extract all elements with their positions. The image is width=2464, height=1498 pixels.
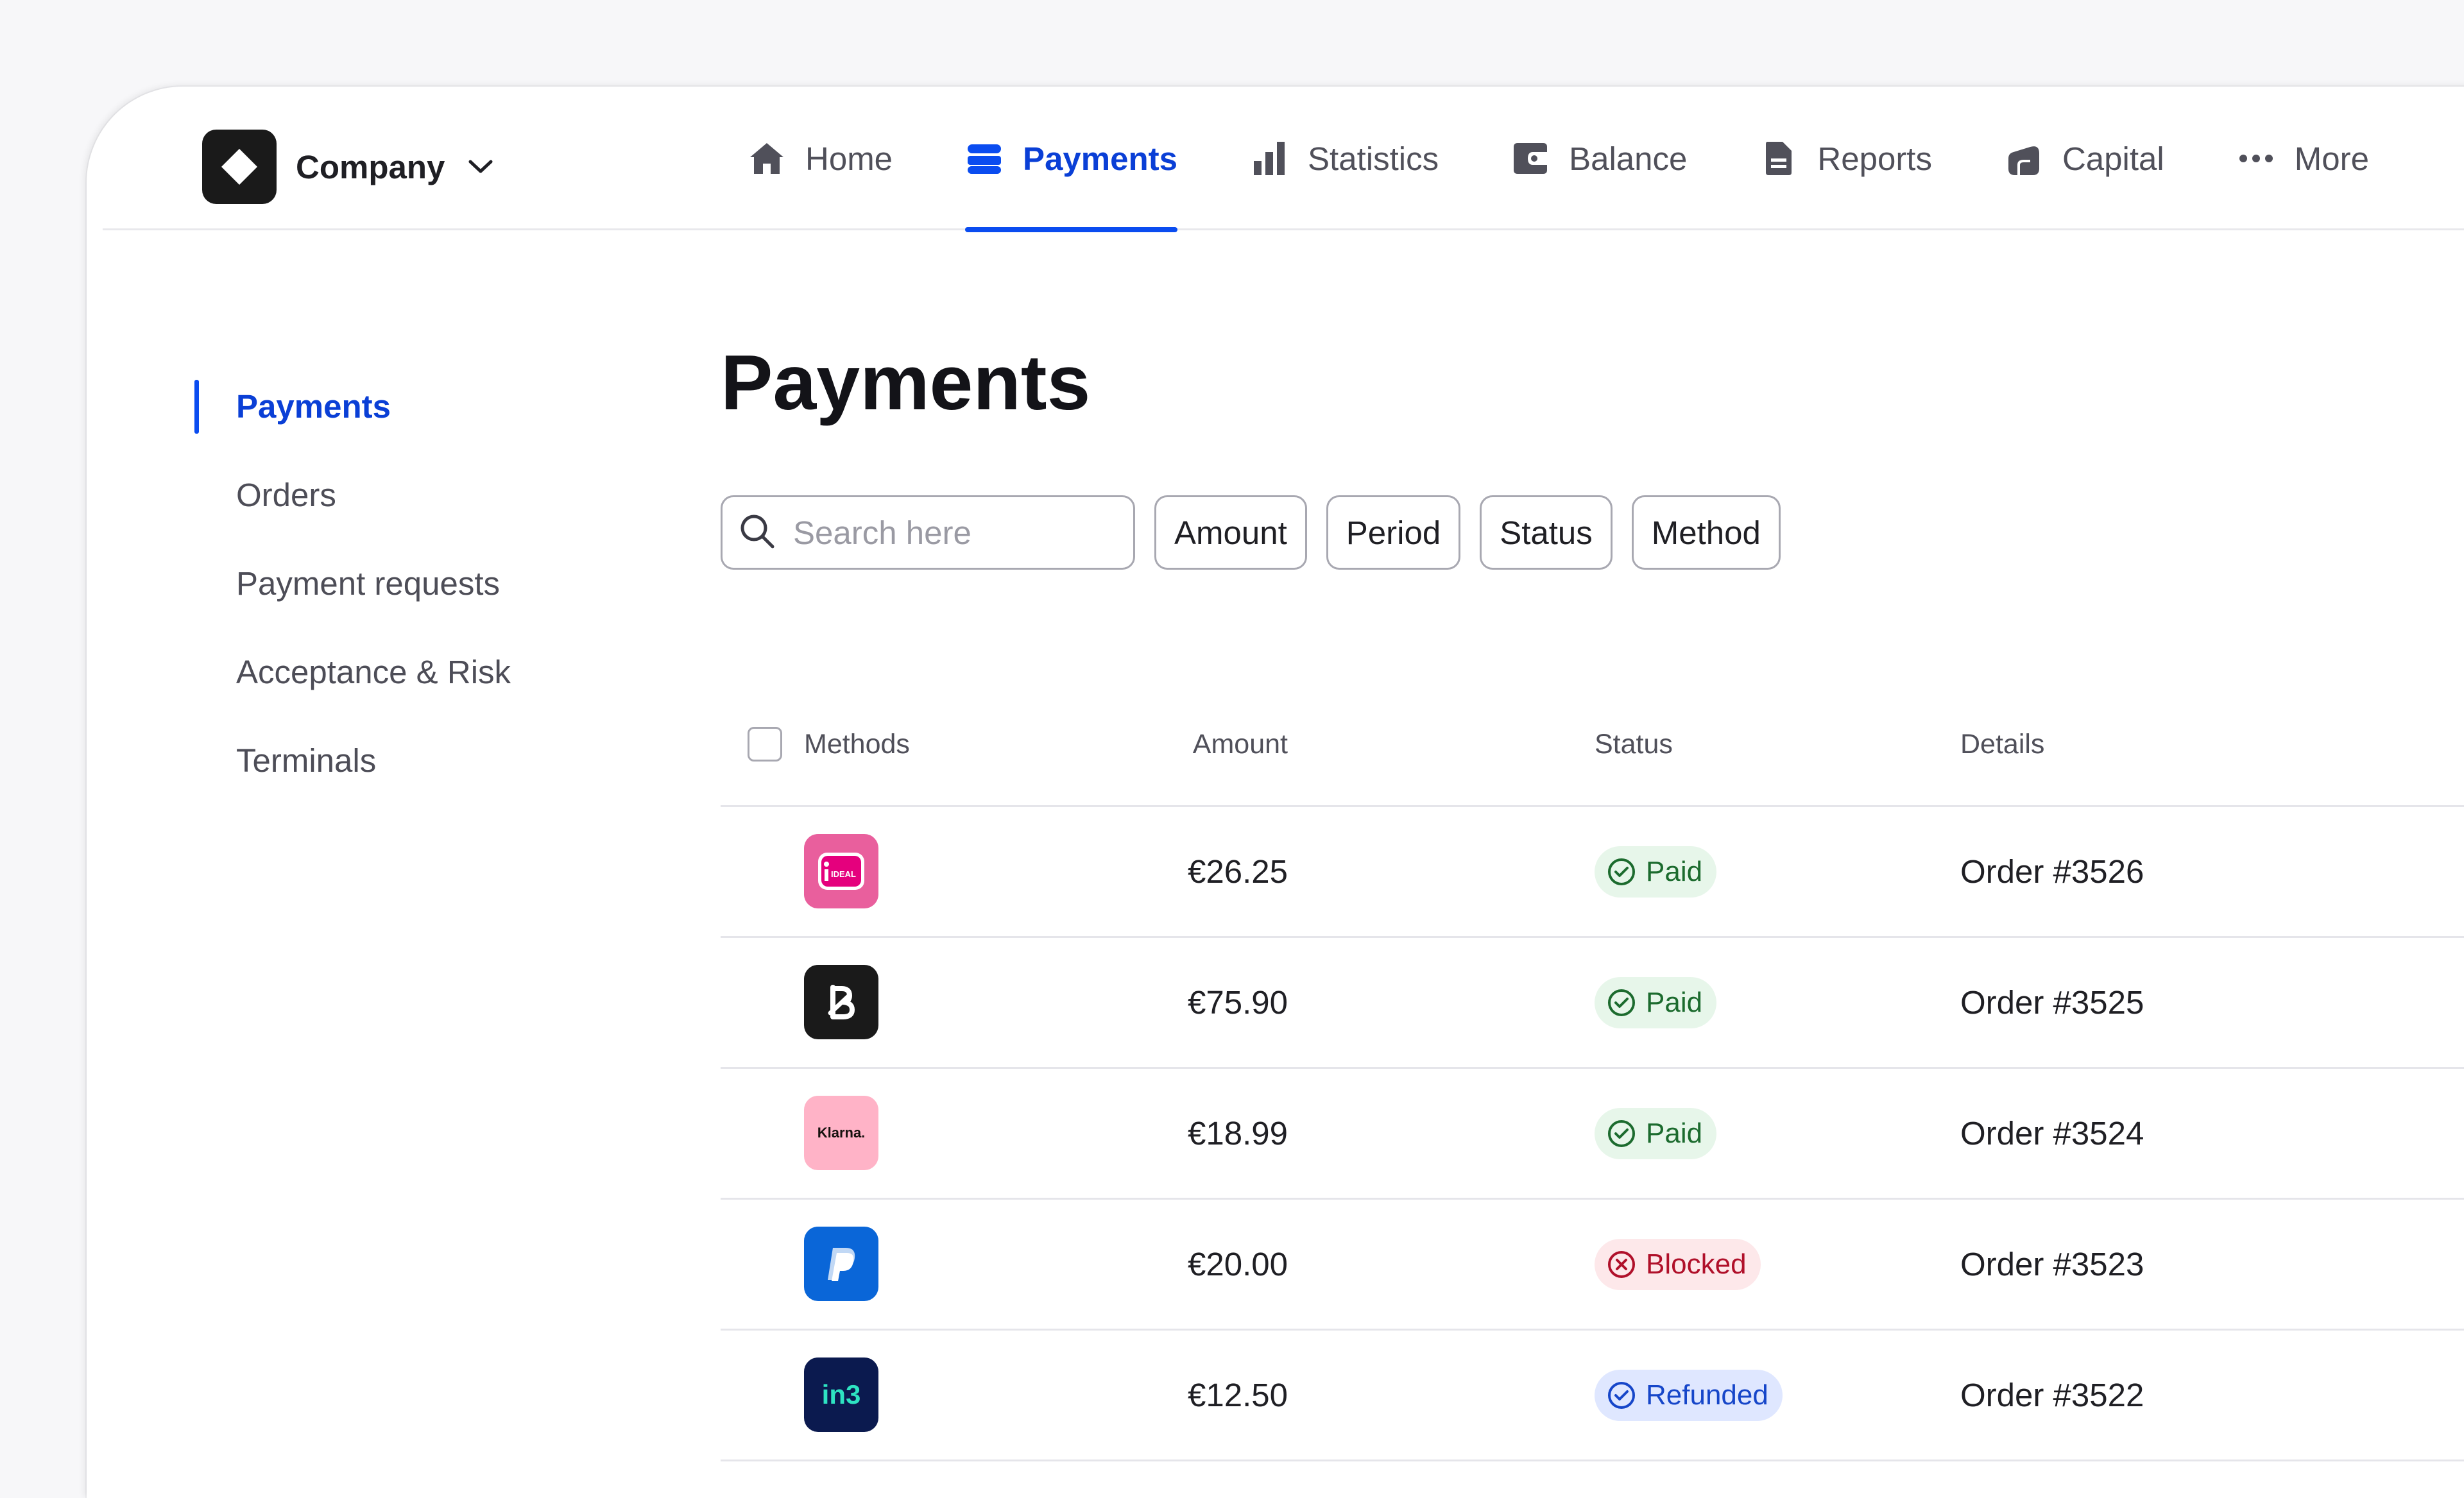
nav-item-label: More — [2294, 140, 2369, 177]
status-label: Paid — [1646, 855, 1703, 887]
nav-item-reports[interactable]: Reports — [1759, 87, 1932, 230]
top-navigation-bar: Company Home Payments Statistics Balance… — [103, 87, 2464, 232]
table-row[interactable]: €20.00 Blocked Order #3523 — [721, 1200, 2464, 1331]
order-details: Order #3526 — [1960, 853, 2144, 890]
check-circle-icon — [1606, 856, 1637, 887]
status-label: Paid — [1646, 1117, 1703, 1149]
company-name: Company — [296, 148, 445, 185]
table-row[interactable]: IDEAL €26.25 Paid Order #3526 — [721, 807, 2464, 938]
main-nav: Home Payments Statistics Balance Reports… — [748, 87, 2442, 232]
check-circle-icon — [1606, 1380, 1637, 1411]
filter-period-button[interactable]: Period — [1326, 495, 1461, 570]
sidebar-item-payments[interactable]: Payments — [194, 362, 644, 451]
nav-item-balance[interactable]: Balance — [1511, 87, 1687, 230]
status-label: Blocked — [1646, 1248, 1747, 1280]
payment-amount: €20.00 — [1188, 1246, 1288, 1282]
payments-icon — [965, 139, 1004, 178]
column-header-status: Status — [1595, 728, 1673, 760]
chevron-down-icon — [468, 151, 499, 182]
balance-icon — [1511, 139, 1550, 178]
nav-item-more[interactable]: More — [2237, 87, 2369, 230]
app-window: Company Home Payments Statistics Balance… — [87, 87, 2464, 1498]
nav-item-label: Capital — [2062, 140, 2164, 177]
status-badge: Blocked — [1595, 1238, 1761, 1290]
status-badge: Refunded — [1595, 1369, 1783, 1421]
order-details: Order #3524 — [1960, 1115, 2144, 1152]
payment-amount: €26.25 — [1188, 853, 1288, 890]
main-content: Payments Amount Period Status Method Met… — [721, 339, 2464, 1461]
table-row[interactable]: Klarna. €18.99 Paid Order #3524 — [721, 1069, 2464, 1200]
search-input[interactable] — [792, 513, 1128, 552]
sidebar: Payments Orders Payment requests Accepta… — [194, 362, 644, 805]
sidebar-item-orders[interactable]: Orders — [194, 451, 644, 540]
payment-amount: €12.50 — [1188, 1377, 1288, 1413]
x-circle-icon — [1606, 1249, 1637, 1280]
check-circle-icon — [1606, 1118, 1637, 1149]
order-details: Order #3523 — [1960, 1246, 2144, 1282]
page-title: Payments — [721, 339, 1091, 426]
table-header: Methods Amount Status Details — [721, 683, 2464, 807]
statistics-icon — [1250, 139, 1288, 178]
capital-icon — [2005, 139, 2043, 178]
status-label: Refunded — [1646, 1379, 1768, 1411]
payment-amount: €18.99 — [1188, 1115, 1288, 1152]
nav-item-statistics[interactable]: Statistics — [1250, 87, 1439, 230]
sidebar-item-payment-requests[interactable]: Payment requests — [194, 540, 644, 628]
table-row[interactable]: in3 €12.50 Refunded Order #3522 — [721, 1331, 2464, 1461]
nav-item-home[interactable]: Home — [748, 87, 893, 230]
column-header-amount: Amount — [1192, 728, 1288, 760]
status-badge: Paid — [1595, 1107, 1717, 1159]
status-badge: Paid — [1595, 846, 1717, 898]
filter-amount-button[interactable]: Amount — [1154, 495, 1307, 570]
reports-icon — [1759, 139, 1798, 178]
filter-bar: Amount Period Status Method — [721, 495, 1781, 570]
order-details: Order #3522 — [1960, 1377, 2144, 1413]
search-icon — [739, 513, 776, 553]
payment-amount: €75.90 — [1188, 984, 1288, 1021]
status-label: Paid — [1646, 986, 1703, 1018]
company-logo-icon — [202, 130, 277, 204]
column-header-details: Details — [1960, 728, 2045, 760]
nav-item-payments[interactable]: Payments — [965, 87, 1178, 232]
sidebar-item-acceptance-risk[interactable]: Acceptance & Risk — [194, 628, 644, 717]
filter-method-button[interactable]: Method — [1631, 495, 1781, 570]
order-details: Order #3525 — [1960, 984, 2144, 1021]
more-icon — [2237, 139, 2275, 178]
payments-table: Methods Amount Status Details IDEAL €26.… — [721, 683, 2464, 1461]
company-switcher[interactable]: Company — [202, 130, 499, 204]
search-box[interactable] — [721, 495, 1135, 570]
nav-item-label: Home — [805, 140, 893, 177]
status-badge: Paid — [1595, 976, 1717, 1028]
nav-item-capital[interactable]: Capital — [2005, 87, 2164, 230]
check-circle-icon — [1606, 987, 1637, 1018]
nav-item-label: Statistics — [1308, 140, 1439, 177]
nav-item-label: Balance — [1569, 140, 1688, 177]
table-row[interactable]: €75.90 Paid Order #3525 — [721, 938, 2464, 1069]
nav-item-label: Payments — [1023, 140, 1178, 177]
sidebar-item-terminals[interactable]: Terminals — [194, 717, 644, 805]
filter-status-button[interactable]: Status — [1480, 495, 1613, 570]
home-icon — [748, 139, 786, 178]
nav-item-label: Reports — [1817, 140, 1932, 177]
